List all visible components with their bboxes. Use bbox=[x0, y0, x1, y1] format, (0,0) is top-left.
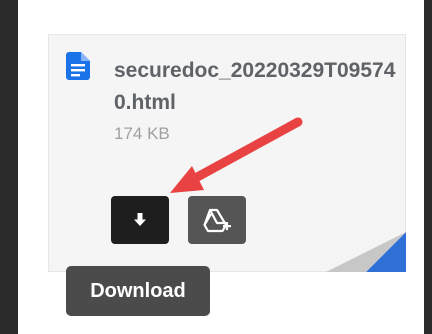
attachment-filesize: 174 KB bbox=[114, 124, 170, 143]
add-to-drive-button[interactable] bbox=[188, 196, 246, 244]
document-icon bbox=[66, 52, 90, 80]
page-curl-corner bbox=[326, 232, 406, 272]
add-to-drive-icon bbox=[203, 208, 231, 233]
download-tooltip: Download bbox=[66, 266, 210, 316]
download-arrow-icon bbox=[134, 213, 146, 226]
download-button[interactable] bbox=[111, 196, 169, 244]
window-edge bbox=[424, 0, 432, 334]
attachment-filename: securedoc_20220329T095740.html bbox=[114, 59, 396, 114]
